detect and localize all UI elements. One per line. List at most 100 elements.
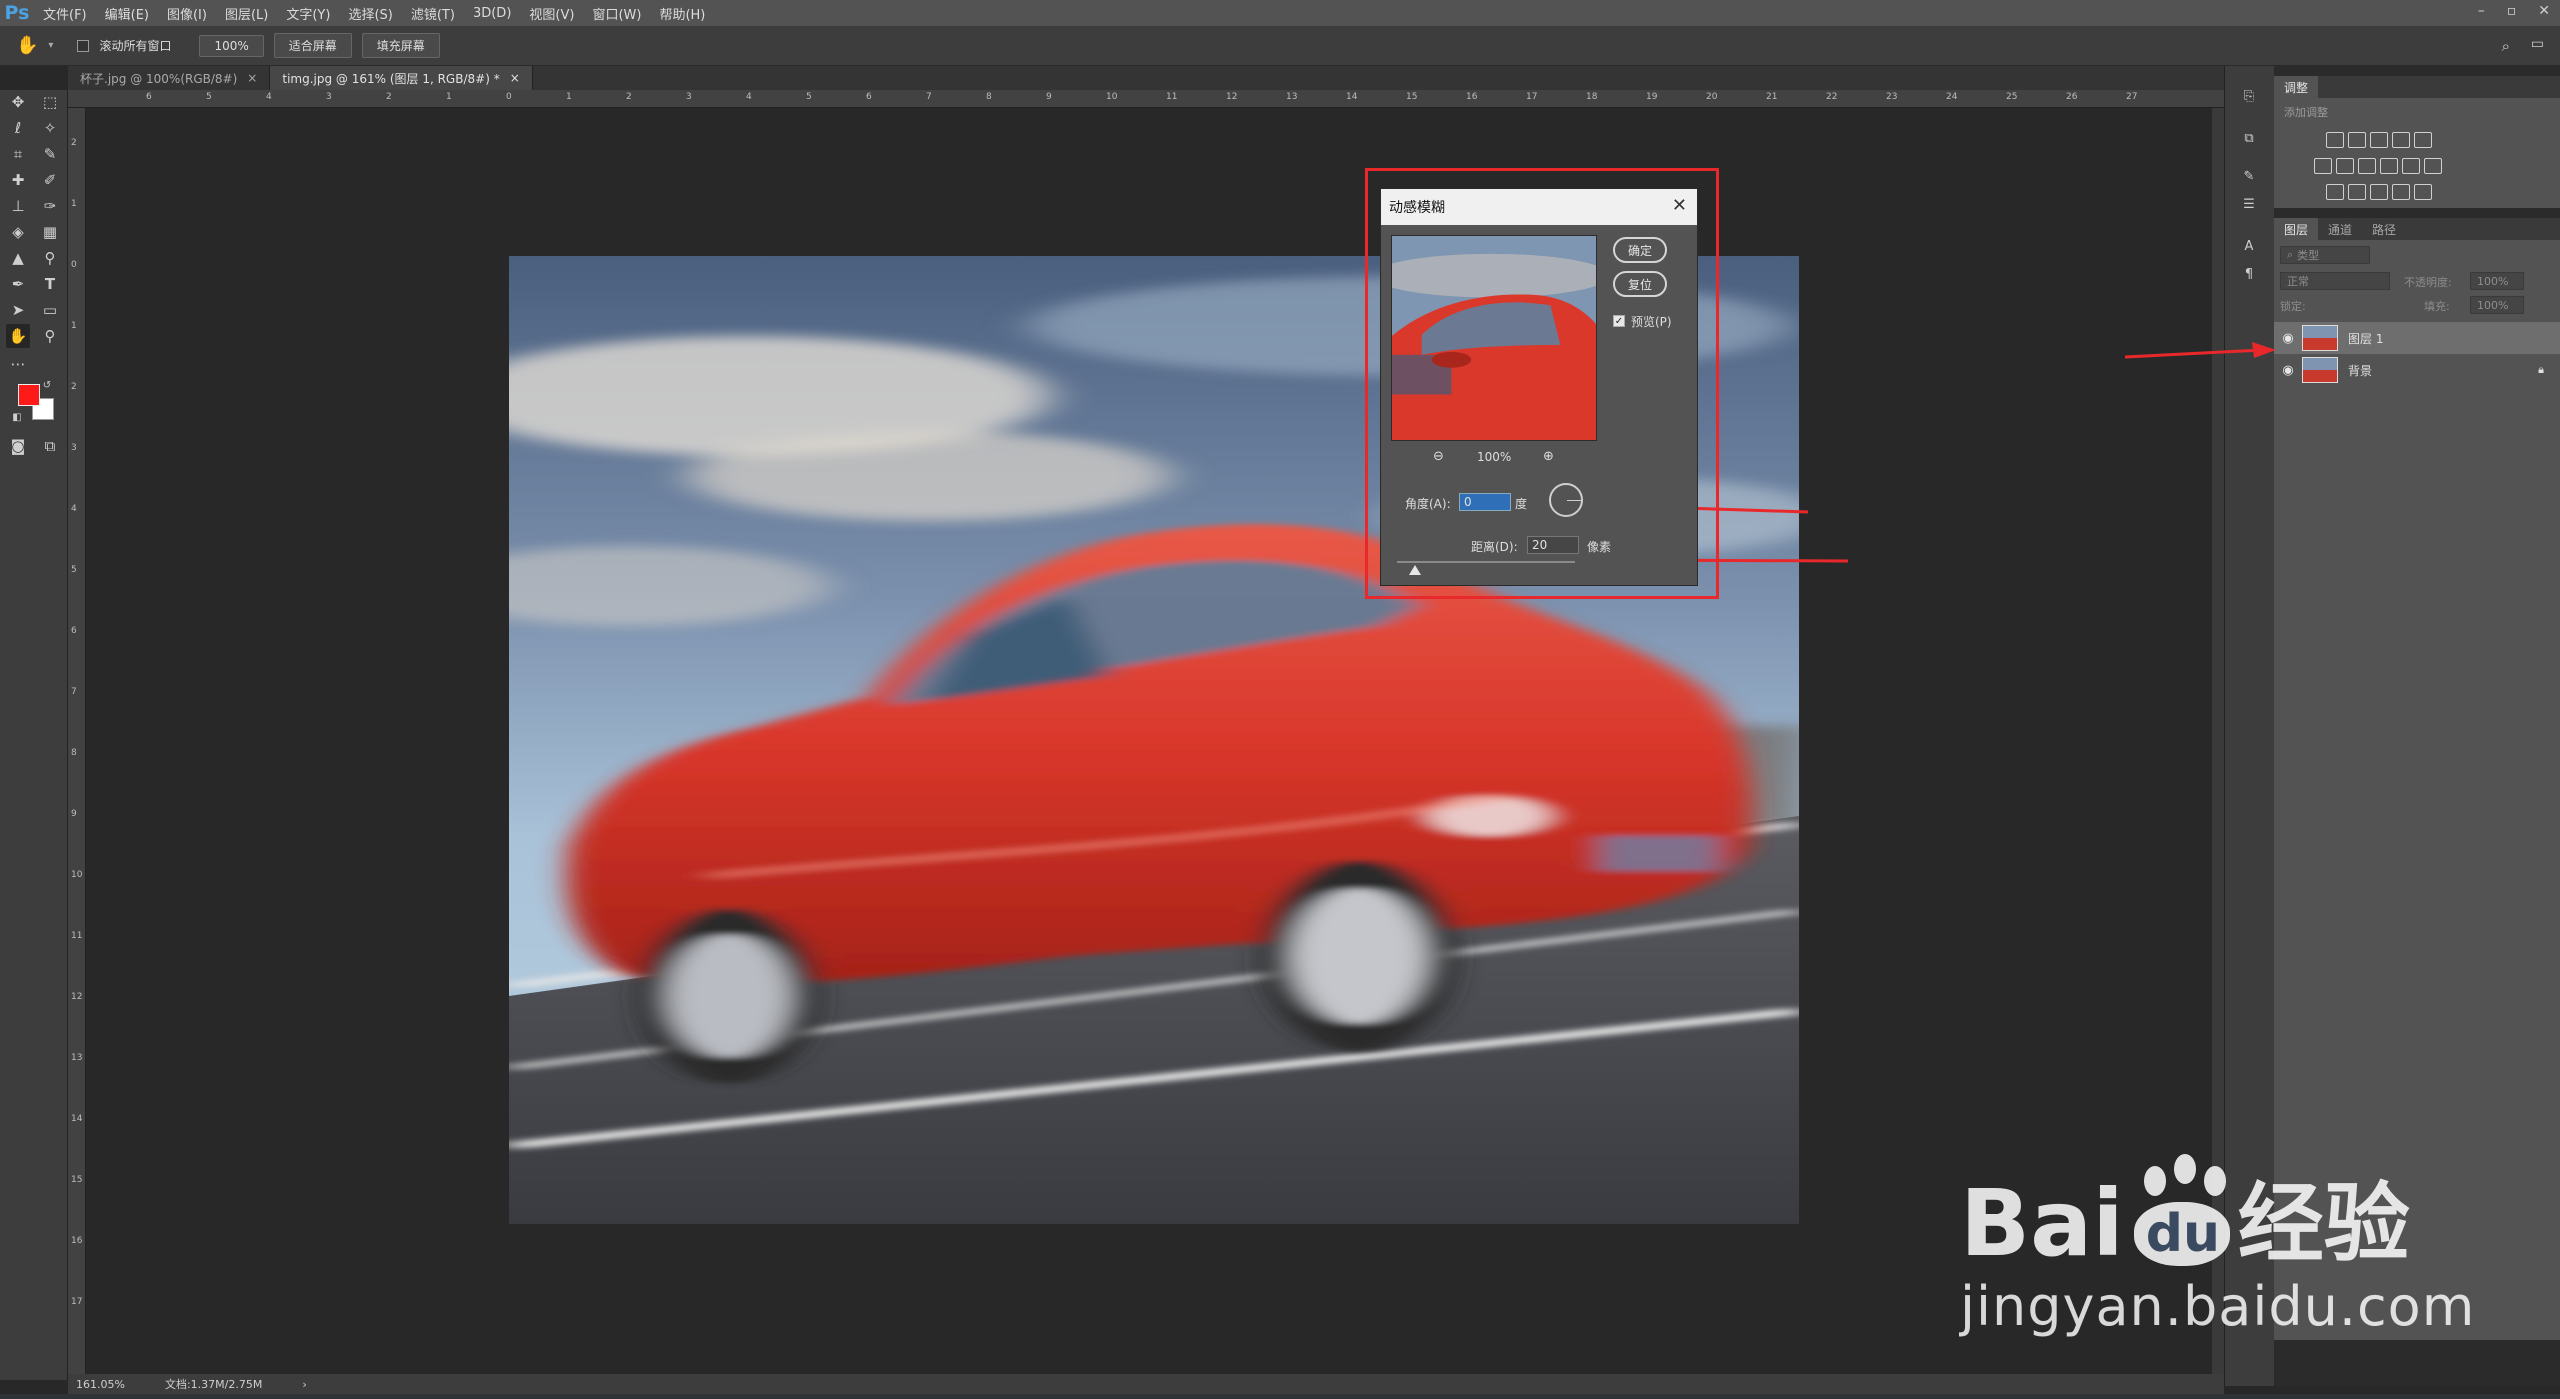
vertical-scrollbar[interactable] xyxy=(2212,108,2224,1374)
close-window-button[interactable]: ✕ xyxy=(2538,3,2550,19)
type-tool-icon[interactable]: T xyxy=(38,272,62,296)
photo-filter-icon[interactable] xyxy=(2380,158,2398,174)
hand-tool-icon[interactable]: ✋ xyxy=(6,324,30,348)
brush-tool-icon[interactable]: ✐ xyxy=(38,168,62,192)
foreground-color-swatch[interactable] xyxy=(18,384,40,406)
tool-preset-chevron-icon[interactable]: ▾ xyxy=(48,40,53,51)
tab-adjustments[interactable]: 调整 xyxy=(2274,76,2319,98)
menu-type[interactable]: 文字(Y) xyxy=(277,4,339,23)
brush-panel-icon[interactable]: ✎ xyxy=(2239,166,2259,186)
move-tool-icon[interactable]: ✥ xyxy=(6,90,30,114)
fit-screen-button[interactable]: 适合屏幕 xyxy=(273,33,352,58)
menu-image[interactable]: 图像(I) xyxy=(158,4,216,23)
color-lookup-icon[interactable] xyxy=(2424,158,2442,174)
selective-color-icon[interactable] xyxy=(2392,184,2410,200)
gradient-map-icon[interactable] xyxy=(2414,184,2432,200)
menu-select[interactable]: 选择(S) xyxy=(339,4,401,23)
ruler-tick-label: 2 xyxy=(626,92,632,102)
layer-kind-filter[interactable]: ⌕ 类型 xyxy=(2280,246,2370,264)
tab-close-icon[interactable]: × xyxy=(510,71,520,85)
opacity-field[interactable]: 100% xyxy=(2470,272,2524,290)
properties-panel-icon[interactable]: ⧉ xyxy=(2239,128,2259,148)
restore-button[interactable]: ▫ xyxy=(2507,3,2517,19)
paragraph-panel-icon[interactable]: ¶ xyxy=(2239,264,2259,284)
levels-icon[interactable] xyxy=(2348,132,2366,148)
color-balance-icon[interactable] xyxy=(2336,158,2354,174)
layer-row-layer1[interactable]: ◉ 图层 1 xyxy=(2274,322,2560,354)
visibility-eye-icon[interactable]: ◉ xyxy=(2274,331,2302,346)
hand-tool-icon[interactable]: ✋ xyxy=(16,35,38,56)
quick-mask-icon[interactable]: ◙ xyxy=(6,434,30,458)
clone-stamp-icon[interactable]: ⊥ xyxy=(6,194,30,218)
gradient-tool-icon[interactable]: ▦ xyxy=(38,220,62,244)
fill-field[interactable]: 100% xyxy=(2470,296,2524,314)
menu-layer[interactable]: 图层(L) xyxy=(216,4,277,23)
eraser-tool-icon[interactable]: ◈ xyxy=(6,220,30,244)
marquee-tool-icon[interactable]: ⬚ xyxy=(38,90,62,114)
default-colors-icon[interactable]: ◧ xyxy=(10,410,24,424)
healing-brush-icon[interactable]: ✚ xyxy=(6,168,30,192)
ruler-tick-label: 18 xyxy=(1586,92,1598,102)
vibrance-icon[interactable] xyxy=(2414,132,2432,148)
tab-channels[interactable]: 通道 xyxy=(2318,218,2362,240)
ruler-tick-label: 2 xyxy=(71,138,77,148)
invert-icon[interactable] xyxy=(2326,184,2344,200)
status-menu-arrow-icon[interactable]: › xyxy=(302,1378,306,1391)
ruler-tick-label: 24 xyxy=(1946,92,1958,102)
layer-row-background[interactable]: ◉ 背景 🔒︎ xyxy=(2274,354,2560,386)
history-panel-icon[interactable]: ⎘ xyxy=(2239,86,2259,106)
menu-window[interactable]: 窗口(W) xyxy=(583,4,650,23)
threshold-icon[interactable] xyxy=(2370,184,2388,200)
tab-close-icon[interactable]: × xyxy=(247,71,257,85)
blur-tool-icon[interactable]: ▲ xyxy=(6,246,30,270)
workspace-icon[interactable]: ▭ xyxy=(2531,36,2544,52)
crop-tool-icon[interactable]: ⌗ xyxy=(6,142,30,166)
ruler-tick-label: 7 xyxy=(71,687,77,697)
curves-icon[interactable] xyxy=(2370,132,2388,148)
menu-edit[interactable]: 编辑(E) xyxy=(96,4,158,23)
menu-3d[interactable]: 3D(D) xyxy=(464,6,520,21)
zoom-tool-icon[interactable]: ⚲ xyxy=(38,324,62,348)
menu-filter[interactable]: 滤镜(T) xyxy=(402,4,464,23)
screen-mode-icon[interactable]: ⧉ xyxy=(38,434,62,458)
posterize-icon[interactable] xyxy=(2348,184,2366,200)
path-selection-icon[interactable]: ➤ xyxy=(6,298,30,322)
tab-layers[interactable]: 图层 xyxy=(2274,218,2319,240)
tab-paths[interactable]: 路径 xyxy=(2362,218,2406,240)
tab-cup-jpg[interactable]: 杯子.jpg @ 100%(RGB/8#) × xyxy=(68,66,271,90)
right-panels: 调整 添加调整 图层 通道 路径 ⌕ 类型 正常 不透明度: 100% 锁定: … xyxy=(2274,66,2560,1386)
adjust-sliders-icon[interactable]: ☰ xyxy=(2239,194,2259,214)
pen-tool-icon[interactable]: ✒ xyxy=(6,272,30,296)
tab-timg-jpg[interactable]: timg.jpg @ 161% (图层 1, RGB/8#) * × xyxy=(270,66,533,90)
menu-help[interactable]: 帮助(H) xyxy=(650,4,714,23)
menu-view[interactable]: 视图(V) xyxy=(520,4,583,23)
edit-toolbar-icon[interactable]: ⋯ xyxy=(6,352,30,376)
zoom-100-button[interactable]: 100% xyxy=(199,34,264,57)
fill-screen-button[interactable]: 填充屏幕 xyxy=(361,33,440,58)
minimize-button[interactable]: – xyxy=(2478,3,2485,19)
exposure-icon[interactable] xyxy=(2392,132,2410,148)
swap-colors-icon[interactable]: ↺ xyxy=(40,378,54,392)
brightness-icon[interactable] xyxy=(2326,132,2344,148)
search-icon[interactable]: ⌕ xyxy=(2502,37,2510,55)
scroll-all-windows-checkbox[interactable] xyxy=(77,39,90,52)
visibility-eye-icon[interactable]: ◉ xyxy=(2274,363,2302,378)
magic-wand-icon[interactable]: ✧ xyxy=(38,116,62,140)
character-panel-icon[interactable]: A xyxy=(2239,236,2259,256)
layer-name[interactable]: 背景 xyxy=(2348,362,2372,379)
menu-file[interactable]: 文件(F) xyxy=(34,4,96,23)
layer-name[interactable]: 图层 1 xyxy=(2348,330,2383,347)
ruler-tick-label: 4 xyxy=(71,504,77,514)
blend-mode-select[interactable]: 正常 xyxy=(2280,272,2390,290)
tab-label: timg.jpg @ 161% (图层 1, RGB/8#) * xyxy=(282,71,500,86)
dodge-tool-icon[interactable]: ⚲ xyxy=(38,246,62,270)
zoom-level[interactable]: 161.05% xyxy=(76,1378,125,1391)
ruler-tick-label: 12 xyxy=(71,992,83,1002)
hue-saturation-icon[interactable] xyxy=(2314,158,2332,174)
lasso-tool-icon[interactable]: ℓ xyxy=(6,116,30,140)
eyedropper-icon[interactable]: ✎ xyxy=(38,142,62,166)
history-brush-icon[interactable]: ✑ xyxy=(38,194,62,218)
black-white-icon[interactable] xyxy=(2358,158,2376,174)
channel-mixer-icon[interactable] xyxy=(2402,158,2420,174)
rectangle-tool-icon[interactable]: ▭ xyxy=(38,298,62,322)
